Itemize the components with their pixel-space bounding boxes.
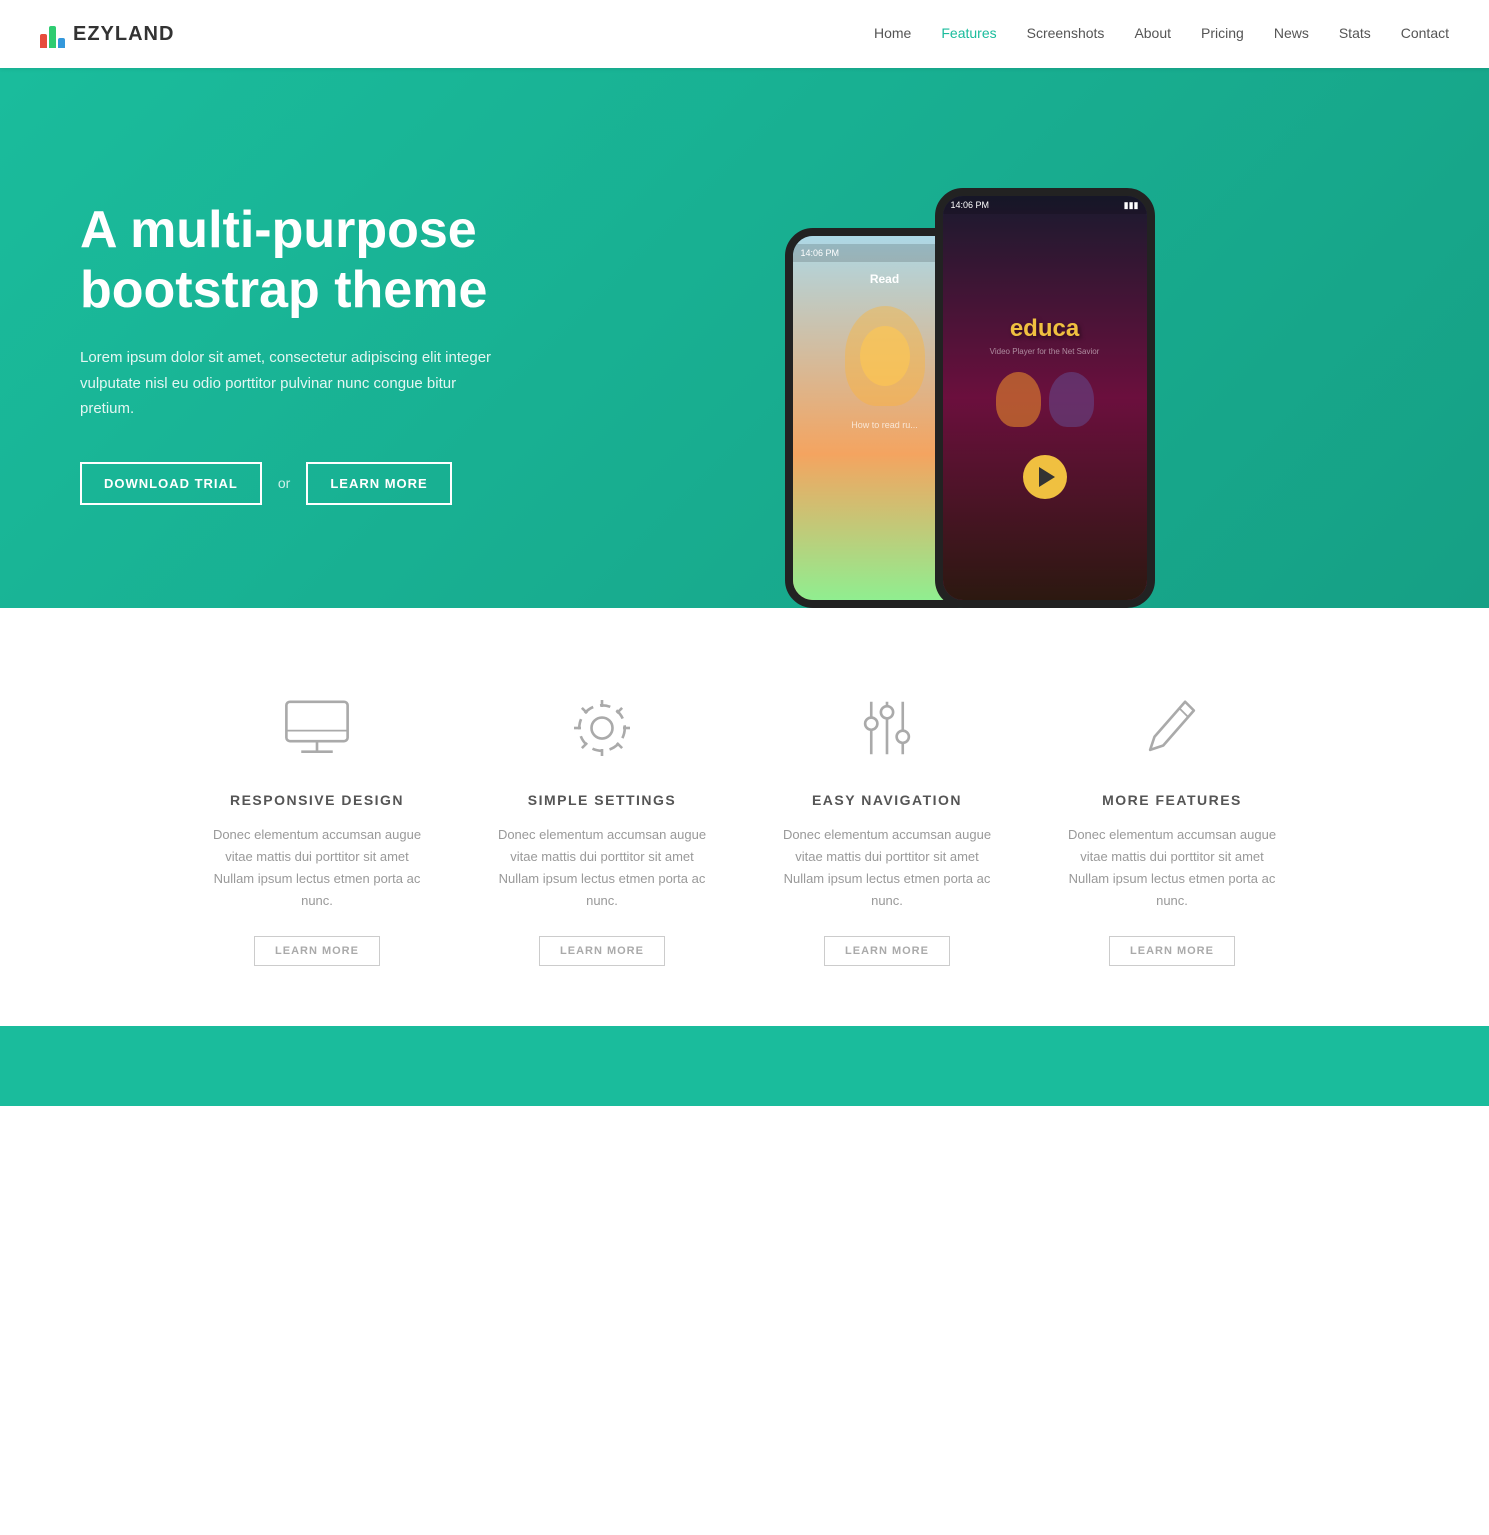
hero-title: A multi-purpose bootstrap theme	[80, 201, 685, 321]
phone-status-bar-right: 14:06 PM ▮▮▮	[943, 196, 1147, 214]
monitor-svg	[282, 693, 352, 763]
feature-item-navigation: EASY NAVIGATION Donec elementum accumsan…	[765, 688, 1010, 966]
feature-item-more: MORE FEATURES Donec elementum accumsan a…	[1050, 688, 1295, 966]
logo-link[interactable]: EZYLAND	[40, 20, 174, 48]
phone-characters	[996, 372, 1094, 427]
feature-title-settings: SIMPLE SETTINGS	[528, 792, 677, 808]
nav-item-screenshots[interactable]: Screenshots	[1027, 25, 1105, 41]
educa-brand: educa	[1010, 315, 1079, 343]
logo-text: EZYLAND	[73, 23, 174, 46]
nav-links: Home Features Screenshots About Pricing …	[874, 25, 1449, 43]
logo-bar-2	[49, 26, 56, 48]
sliders-icon	[842, 688, 932, 768]
hero-or-text: or	[278, 475, 290, 491]
feature-title-navigation: EASY NAVIGATION	[812, 792, 962, 808]
phone-app-content-right: educa Video Player for the Net Savior	[980, 214, 1110, 600]
nav-item-stats[interactable]: Stats	[1339, 25, 1371, 41]
learn-more-hero-button[interactable]: LEARN MORE	[306, 462, 451, 505]
learn-more-navigation-button[interactable]: LEARN MORE	[824, 936, 950, 966]
hero-phones: 14:06 PM ●●● Read How to read ru... 14:0…	[745, 68, 1489, 608]
phone-mockup-right: 14:06 PM ▮▮▮ educa Video Player for the …	[935, 188, 1155, 608]
play-button[interactable]	[1023, 455, 1067, 499]
feature-desc-responsive: Donec elementum accumsan augue vitae mat…	[207, 824, 427, 912]
learn-more-responsive-button[interactable]: LEARN MORE	[254, 936, 380, 966]
sliders-svg	[852, 693, 922, 763]
play-triangle-icon	[1039, 467, 1055, 487]
phone-app-text-left: How to read ru...	[843, 416, 926, 434]
settings-svg	[567, 693, 637, 763]
phone-screen-right: 14:06 PM ▮▮▮ educa Video Player for the …	[943, 196, 1147, 600]
phone-app-name-left: Read	[860, 262, 909, 296]
learn-more-settings-button[interactable]: LEARN MORE	[539, 936, 665, 966]
phone-time-right: 14:06 PM	[951, 200, 990, 210]
pencil-svg	[1137, 693, 1207, 763]
monitor-icon	[272, 688, 362, 768]
feature-item-responsive: RESPONSIVE DESIGN Donec elementum accums…	[195, 688, 440, 966]
features-section: RESPONSIVE DESIGN Donec elementum accums…	[0, 608, 1489, 1026]
nav-item-pricing[interactable]: Pricing	[1201, 25, 1244, 41]
hero-buttons: DOWNLOAD TRIAL or LEARN MORE	[80, 462, 685, 505]
bottom-strip	[0, 1026, 1489, 1106]
logo-bar-3	[58, 38, 65, 48]
feature-title-more: MORE FEATURES	[1102, 792, 1242, 808]
phone-battery-right: ▮▮▮	[1124, 200, 1139, 211]
logo-icon	[40, 20, 65, 48]
hero-section: A multi-purpose bootstrap theme Lorem ip…	[0, 68, 1489, 608]
navbar: EZYLAND Home Features Screenshots About …	[0, 0, 1489, 68]
feature-title-responsive: RESPONSIVE DESIGN	[230, 792, 404, 808]
feature-desc-navigation: Donec elementum accumsan augue vitae mat…	[777, 824, 997, 912]
hero-content: A multi-purpose bootstrap theme Lorem ip…	[0, 68, 745, 608]
feature-desc-more: Donec elementum accumsan augue vitae mat…	[1062, 824, 1282, 912]
logo-bar-1	[40, 34, 47, 48]
phone-character	[845, 306, 925, 406]
nav-item-contact[interactable]: Contact	[1401, 25, 1449, 41]
nav-item-features[interactable]: Features	[941, 25, 996, 41]
features-grid: RESPONSIVE DESIGN Donec elementum accums…	[195, 688, 1295, 966]
educa-subtitle: Video Player for the Net Savior	[990, 347, 1100, 356]
pencil-icon	[1127, 688, 1217, 768]
settings-icon	[557, 688, 647, 768]
download-trial-button[interactable]: DOWNLOAD TRIAL	[80, 462, 262, 505]
nav-item-about[interactable]: About	[1134, 25, 1171, 41]
feature-desc-settings: Donec elementum accumsan augue vitae mat…	[492, 824, 712, 912]
nav-item-news[interactable]: News	[1274, 25, 1309, 41]
phone-time-left: 14:06 PM	[801, 248, 840, 258]
hero-description: Lorem ipsum dolor sit amet, consectetur …	[80, 345, 500, 422]
nav-item-home[interactable]: Home	[874, 25, 911, 41]
learn-more-more-button[interactable]: LEARN MORE	[1109, 936, 1235, 966]
feature-item-settings: SIMPLE SETTINGS Donec elementum accumsan…	[480, 688, 725, 966]
